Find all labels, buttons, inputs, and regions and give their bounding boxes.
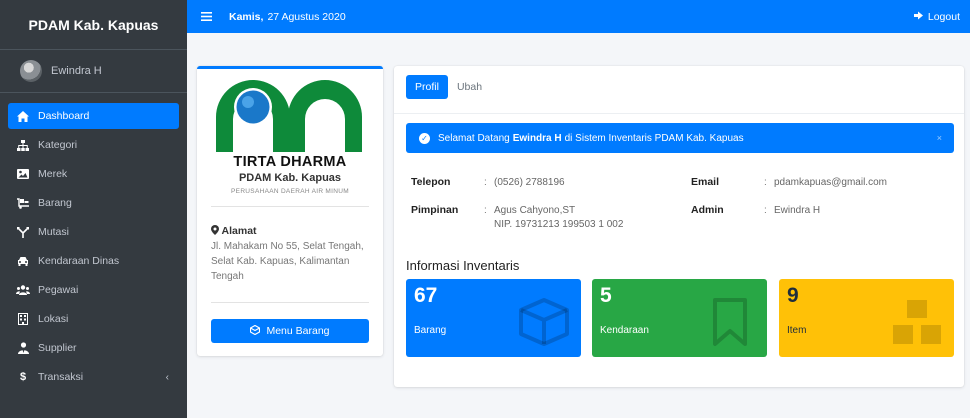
alert-prefix: Selamat Datang (438, 132, 510, 144)
sidebar-item-supplier[interactable]: Supplier (8, 335, 179, 361)
home-icon (16, 110, 30, 122)
sidebar-item-label: Merek (38, 168, 68, 180)
admin-label: Admin (691, 204, 724, 216)
divider (211, 206, 369, 207)
sidebar: PDAM Kab. Kapuas Ewindra H Dashboard Kat… (0, 0, 187, 418)
user-tie-icon (16, 342, 30, 354)
menu-toggle-icon[interactable] (201, 9, 217, 24)
logout-link[interactable]: Logout (913, 10, 960, 23)
email-label: Email (691, 176, 720, 188)
main-card: Profil Ubah ✓ Selamat Datang Ewindra H d… (394, 66, 964, 387)
menu-barang-label: Menu Barang (266, 325, 330, 337)
sidebar-item-barang[interactable]: Barang (8, 190, 179, 216)
email-value: pdamkapuas@gmail.com (774, 177, 887, 188)
sidebar-item-label: Lokasi (38, 313, 69, 325)
users-icon (16, 285, 30, 295)
logout-label: Logout (927, 10, 960, 23)
check-circle-icon: ✓ (419, 132, 430, 144)
stat-box-kendaraan[interactable]: 5 Kendaraan (592, 279, 767, 357)
logo-tagline: PERUSAHAAN DAERAH AIR MINUM (231, 188, 349, 195)
brand-text: PDAM Kab. Kapuas (28, 16, 159, 33)
logo-subtitle: PDAM Kab. Kapuas (238, 172, 342, 184)
sidebar-item-merek[interactable]: Merek (8, 161, 179, 187)
map-marker-icon (211, 225, 222, 237)
building-icon (16, 313, 30, 325)
pimpinan-nip: NIP. 19731213 199503 1 002 (494, 219, 624, 230)
colon: : (484, 177, 487, 188)
route-icon (16, 226, 30, 238)
pimpinan-label: Pimpinan (411, 204, 459, 216)
menu-barang-button[interactable]: Menu Barang (211, 319, 369, 343)
sidebar-item-pegawai[interactable]: Pegawai (8, 277, 179, 303)
sidebar-item-label: Pegawai (38, 284, 79, 296)
tab-ubah[interactable]: Ubah (448, 75, 491, 99)
sidebar-item-transaksi[interactable]: $ Transaksi ‹ (8, 364, 179, 390)
colon: : (764, 177, 767, 188)
stat-box-item[interactable]: 9 Item (779, 279, 954, 357)
profile-card: TIRTA DHARMA PDAM Kab. Kapuas PERUSAHAAN… (197, 66, 383, 356)
sidebar-item-dashboard[interactable]: Dashboard (8, 103, 179, 129)
user-panel[interactable]: Ewindra H (0, 50, 187, 93)
sidebar-item-label: Kendaraan Dinas (38, 255, 120, 267)
chevron-left-icon: ‹ (165, 371, 169, 383)
stat-value: 9 (787, 284, 799, 307)
colon: : (764, 205, 767, 216)
address-label: Alamat (221, 225, 257, 237)
stat-label: Kendaraan (600, 325, 649, 336)
logo-title: TIRTA DHARMA (233, 154, 347, 170)
tab-bar: Profil Ubah (406, 75, 491, 99)
colon: : (484, 205, 487, 216)
tab-label: Profil (415, 81, 439, 93)
current-day: Kamis, (229, 10, 264, 23)
dollar-icon: $ (19, 371, 27, 383)
sidebar-item-kendaraan-dinas[interactable]: Kendaraan Dinas (8, 248, 179, 274)
welcome-alert: ✓ Selamat Datang Ewindra H di Sistem Inv… (406, 123, 954, 153)
admin-value: Ewindra H (774, 205, 821, 216)
stat-box-barang[interactable]: 67 Barang (406, 279, 581, 357)
close-icon[interactable]: × (937, 133, 942, 143)
inventory-section-title: Informasi Inventaris (406, 258, 520, 273)
current-date: 27 Agustus 2020 (267, 10, 346, 23)
sidebar-item-label: Barang (38, 197, 72, 209)
sidebar-item-label: Mutasi (38, 226, 69, 238)
image-icon (16, 169, 30, 179)
sign-out-icon (913, 11, 924, 23)
top-navbar: Kamis, 27 Agustus 2020 Logout (187, 0, 970, 33)
bookmark-icon (703, 297, 757, 347)
address-text: Jl. Mahakam No 55, Selat Tengah, Selat K… (211, 241, 364, 282)
address-heading: Alamat (211, 225, 257, 237)
sitemap-icon (16, 139, 30, 151)
sidebar-item-label: Kategori (38, 139, 78, 151)
telepon-value: (0526) 2788196 (494, 177, 565, 188)
stat-value: 67 (414, 284, 438, 307)
dolly-icon (16, 197, 30, 209)
divider (394, 113, 964, 114)
box-icon (517, 297, 571, 347)
car-icon (16, 256, 30, 266)
stat-label: Item (787, 325, 807, 336)
sidebar-item-label: Transaksi (38, 371, 84, 383)
divider (211, 302, 369, 303)
dropbox-icon (249, 324, 262, 338)
sidebar-item-label: Dashboard (38, 110, 90, 122)
sidebar-item-mutasi[interactable]: Mutasi (8, 219, 179, 245)
stat-value: 5 (600, 284, 612, 307)
alert-user-name: Ewindra H (512, 132, 562, 144)
telepon-label: Telepon (411, 176, 451, 188)
tab-profil[interactable]: Profil (406, 75, 448, 99)
stat-label: Barang (414, 325, 447, 336)
tab-label: Ubah (456, 81, 483, 93)
alert-suffix: di Sistem Inventaris PDAM Kab. Kapuas (564, 132, 744, 144)
avatar (20, 60, 42, 82)
pimpinan-value: Agus Cahyono,ST (494, 205, 576, 216)
sidebar-nav: Dashboard Kategori Merek Barang Mutasi K… (0, 93, 187, 390)
cubes-icon (890, 297, 944, 347)
brand-link[interactable]: PDAM Kab. Kapuas (0, 0, 187, 50)
sidebar-item-lokasi[interactable]: Lokasi (8, 306, 179, 332)
pdam-logo (213, 77, 365, 152)
sidebar-item-label: Supplier (38, 342, 77, 354)
user-name: Ewindra H (51, 65, 102, 77)
sidebar-item-kategori[interactable]: Kategori (8, 132, 179, 158)
